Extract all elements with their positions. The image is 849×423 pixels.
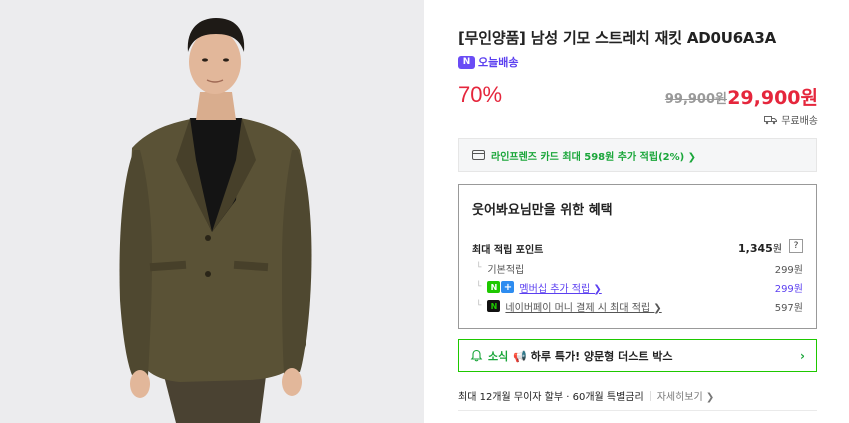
product-image	[0, 0, 424, 423]
benefit-row-membership[interactable]: └ N + 멤버십 추가 적립 ❯ 299원	[476, 279, 803, 295]
naverpay-link[interactable]: 네이버페이 머니 결제 시 최대 적립 ❯	[505, 299, 661, 314]
shipping-info: 무료배송	[764, 112, 818, 127]
delivery-label: 오늘배송	[478, 56, 519, 69]
chevron-right-icon: ›	[800, 348, 805, 363]
news-text: 📢 하루 특가! 양문형 더스트 박스	[513, 349, 673, 363]
details-link[interactable]: 자세히보기 ❯	[657, 388, 715, 403]
membership-link[interactable]: 멤버십 추가 적립 ❯	[519, 280, 601, 295]
tree-branch-icon: └	[476, 263, 482, 273]
discount-rate: 70%	[458, 82, 503, 107]
model-jacket-photo	[0, 0, 424, 423]
sale-price: 29,900원	[727, 87, 818, 109]
card-offer-text: 라인프렌즈 카드 최대 598원 추가 적립(2%) ❯	[491, 151, 697, 163]
product-title: [무인양품] 남성 기모 스트레치 재킷 AD0U6A3A	[458, 29, 776, 47]
benefit-row-naverpay[interactable]: └ N 네이버페이 머니 결제 시 최대 적립 ❯ 597원	[476, 298, 803, 314]
benefits-title: 웃어봐요님만을 위한 혜택	[472, 203, 613, 218]
divider	[649, 390, 651, 401]
shipping-label: 무료배송	[781, 116, 818, 127]
max-points-label: 최대 적립 포인트	[472, 245, 544, 256]
installment-text: 최대 12개월 무이자 할부 · 60개월 특별금리	[458, 392, 644, 403]
bell-icon	[470, 349, 483, 362]
naver-delivery-icon: N	[458, 55, 475, 69]
credit-card-icon	[472, 150, 485, 160]
divider	[458, 410, 817, 411]
benefits-panel: 웃어봐요님만을 위한 혜택 최대 적립 포인트 1,345원 ? └ 기본적립 …	[458, 184, 817, 329]
naver-n-icon: N	[487, 281, 501, 293]
news-banner[interactable]: 소식 📢 하루 특가! 양문형 더스트 박스 ›	[458, 339, 817, 372]
tree-branch-icon: └	[476, 282, 482, 292]
plus-icon: +	[501, 281, 515, 293]
original-price: 99,900원	[664, 92, 727, 107]
benefit-row-value: 597원	[774, 302, 803, 314]
help-icon[interactable]: ?	[789, 239, 803, 253]
news-label: 소식	[488, 349, 509, 363]
max-points-value: 1,345원	[738, 242, 782, 255]
benefit-row-value: 299원	[774, 264, 803, 276]
today-delivery-badge[interactable]: N 오늘배송	[458, 54, 518, 70]
tree-branch-icon: └	[476, 301, 482, 311]
benefit-row-basic: └ 기본적립 299원	[476, 260, 803, 276]
product-info-panel: [무인양품] 남성 기모 스트레치 재킷 AD0U6A3A N 오늘배송 70%…	[458, 0, 818, 423]
benefit-row-label: 기본적립	[487, 264, 525, 276]
benefit-row-value: 299원	[774, 283, 803, 295]
installment-info: 최대 12개월 무이자 할부 · 60개월 특별금리 자세히보기 ❯	[458, 388, 714, 403]
naver-pay-icon: N	[487, 300, 501, 312]
card-offer-banner[interactable]: 라인프렌즈 카드 최대 598원 추가 적립(2%) ❯	[458, 138, 817, 172]
truck-icon	[764, 115, 778, 124]
